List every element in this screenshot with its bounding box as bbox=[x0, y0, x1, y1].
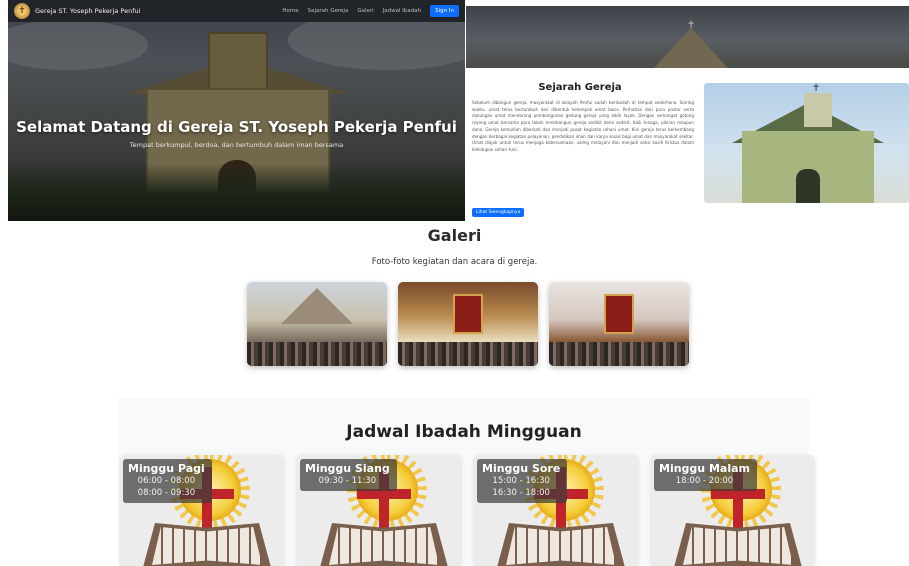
church-photo: ✝ bbox=[704, 83, 909, 203]
hero-overlay bbox=[8, 0, 465, 221]
schedule-name: Minggu Pagi bbox=[128, 462, 205, 475]
schedule-label: Minggu Pagi 06:00 - 08:00 08:00 - 09:30 bbox=[123, 459, 212, 503]
bible-pages-icon bbox=[152, 527, 262, 565]
bible-pages-icon bbox=[506, 527, 616, 565]
schedule-time: 18:00 - 20:00 bbox=[675, 476, 734, 486]
gallery-subtitle: Foto-foto kegiatan dan acara di gereja. bbox=[371, 257, 538, 267]
schedule-time: 09:30 - 11:30 bbox=[318, 476, 377, 486]
gallery-photo-church-interior[interactable] bbox=[549, 282, 689, 366]
hero-subtitle: Tempat berkumpul, berdoa, dan bertumbuh … bbox=[129, 141, 344, 149]
schedule-label: Minggu Siang 09:30 - 11:30 bbox=[300, 459, 397, 491]
photo-crucifix-altar bbox=[604, 294, 634, 334]
navbar: ✝ Gereja ST. Yoseph Pekerja Penfui Home … bbox=[8, 0, 465, 22]
schedule-section: Jadwal Ibadah Mingguan Minggu Pagi 06:00… bbox=[119, 398, 815, 566]
nav-link-sejarah[interactable]: Sejarah Gereja bbox=[308, 8, 349, 14]
nav-link-galeri[interactable]: Galeri bbox=[357, 8, 373, 14]
history-section: Sejarah Gereja Sebelum dibangun gereja, … bbox=[466, 68, 909, 220]
bible-pages-icon bbox=[329, 527, 439, 565]
schedule-card-siang[interactable]: Minggu Siang 09:30 - 11:30 bbox=[297, 455, 461, 566]
schedule-title: Jadwal Ibadah Mingguan bbox=[346, 422, 582, 442]
banner-overlay bbox=[466, 6, 909, 68]
photo-church-tower bbox=[804, 93, 832, 127]
schedule-name: Minggu Malam bbox=[659, 462, 750, 475]
schedule-card-malam[interactable]: Minggu Malam 18:00 - 20:00 bbox=[651, 455, 815, 566]
schedule-card-sore[interactable]: Minggu Sore 15:00 - 16:30 16:30 - 18:00 bbox=[474, 455, 638, 566]
gallery-title: Galeri bbox=[427, 226, 482, 245]
cross-icon: ✝ bbox=[812, 83, 821, 94]
nav-link-home[interactable]: Home bbox=[282, 8, 298, 14]
gallery-photo-mass-ceremony[interactable] bbox=[398, 282, 538, 366]
photo-crowd bbox=[247, 342, 387, 366]
sign-in-button[interactable]: Sign In bbox=[430, 5, 459, 17]
photo-altar bbox=[453, 294, 483, 334]
bible-pages-icon bbox=[683, 527, 793, 565]
schedule-label: Minggu Malam 18:00 - 20:00 bbox=[654, 459, 757, 491]
photo-church-door bbox=[796, 169, 820, 203]
photo-pews bbox=[549, 342, 689, 366]
schedule-time: 16:30 - 18:00 bbox=[492, 488, 550, 498]
nav-links: Home Sejarah Gereja Galeri Jadwal Ibadah… bbox=[282, 5, 459, 17]
schedule-time: 06:00 - 08:00 bbox=[137, 476, 196, 486]
photo-church-peak bbox=[281, 288, 353, 324]
photo-congregation bbox=[398, 342, 538, 366]
nav-link-jadwal[interactable]: Jadwal Ibadah bbox=[383, 8, 421, 14]
schedule-label: Minggu Sore 15:00 - 16:30 16:30 - 18:00 bbox=[477, 459, 568, 503]
gallery-photo-church-exterior[interactable] bbox=[247, 282, 387, 366]
church-logo-icon[interactable]: ✝ bbox=[14, 3, 30, 19]
schedule-card-pagi[interactable]: Minggu Pagi 06:00 - 08:00 08:00 - 09:30 bbox=[120, 455, 284, 566]
hero-title: Selamat Datang di Gereja ST. Yoseph Peke… bbox=[16, 118, 457, 136]
schedule-name: Minggu Siang bbox=[305, 462, 390, 475]
read-more-button[interactable]: Lihat Selengkapnya bbox=[472, 208, 525, 217]
hero-section: ✝ Gereja ST. Yoseph Pekerja Penfui Home … bbox=[8, 0, 465, 221]
schedule-time: 08:00 - 09:30 bbox=[137, 488, 196, 498]
schedule-name: Minggu Sore bbox=[482, 462, 561, 475]
brand-name[interactable]: Gereja ST. Yoseph Pekerja Penfui bbox=[35, 7, 140, 15]
history-banner-image: ✝ bbox=[466, 6, 909, 68]
history-title: Sejarah Gereja bbox=[538, 82, 622, 93]
schedule-time: 15:00 - 16:30 bbox=[492, 476, 550, 486]
